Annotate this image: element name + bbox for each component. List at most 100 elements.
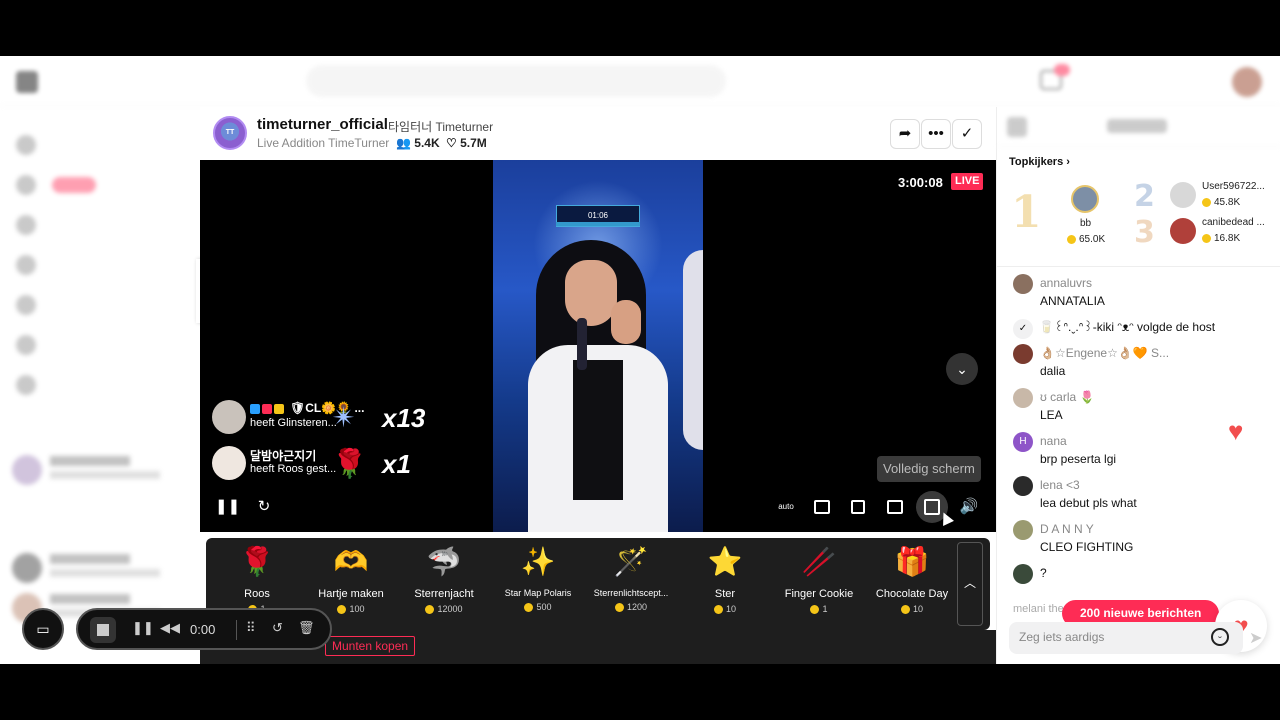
gift-price: 1: [772, 604, 866, 615]
search-input[interactable]: [306, 65, 726, 97]
host-name[interactable]: timeturner_official: [257, 116, 388, 133]
recorder-stop-button[interactable]: [90, 617, 116, 643]
recorder-restart-button[interactable]: ↺: [272, 620, 283, 636]
rose-gift-icon: 🌹: [332, 448, 367, 479]
top-viewers-heading[interactable]: Topkijkers ›: [1009, 156, 1070, 168]
sidebar-item-messages[interactable]: [16, 335, 186, 359]
chat-avatar[interactable]: H: [1013, 432, 1033, 452]
drag-grid-icon: ⠿: [246, 620, 256, 635]
rewind-icon: ◀◀: [160, 620, 180, 635]
chat-avatar[interactable]: [1013, 344, 1033, 364]
chat-avatar[interactable]: [1013, 520, 1033, 540]
sidebar-item-explore[interactable]: [16, 175, 186, 199]
gift-item[interactable]: 🪄 Sterrenlichtscept... 1200: [584, 544, 678, 624]
chat-text: LEA: [1040, 408, 1063, 422]
live-main: TT timeturner_official 타임터너 Timeturner L…: [200, 107, 996, 664]
recorder-pause-button[interactable]: ❚❚: [132, 620, 154, 636]
gift-tray-expand-button[interactable]: ︿: [957, 542, 983, 626]
chat-panel: Topkijkers › 1 bb 65.0K 2 User596722... …: [996, 107, 1280, 664]
sidebar-user[interactable]: [12, 453, 188, 487]
sparkle-gift-icon: ✴: [332, 402, 356, 433]
gift-item[interactable]: ✨ Star Map Polaris 500: [491, 544, 585, 624]
volume-button[interactable]: 🔊: [957, 495, 981, 519]
chat-avatar[interactable]: [1013, 388, 1033, 408]
toolbar-divider: [236, 620, 237, 640]
gift-icon: 🎁: [894, 546, 930, 577]
chat-username[interactable]: nana: [1040, 434, 1067, 448]
share-button[interactable]: ➦: [890, 119, 920, 149]
chat-text: ANNATALIA: [1040, 294, 1105, 308]
chat-username[interactable]: D A N N Y: [1040, 522, 1094, 536]
gift-item[interactable]: 🦈 Sterrenjacht 12000: [397, 544, 491, 624]
stream-video-frame: 01:06: [493, 160, 703, 532]
gifter-avatar[interactable]: [212, 400, 246, 434]
pause-button[interactable]: ❚❚: [215, 495, 240, 519]
chat-text: lea debut pls what: [1040, 496, 1137, 510]
gift-label: Sterrenlichtscept...: [593, 588, 669, 598]
recorder-delete-button[interactable]: 🗑: [298, 620, 315, 636]
trash-icon: 🗑: [298, 620, 315, 635]
emoji-icon[interactable]: ᵕ: [1211, 628, 1229, 646]
recorder-camera-button[interactable]: ▭: [22, 608, 64, 650]
live-title: Live Addition TimeTurner: [257, 136, 390, 150]
recorder-rewind-button[interactable]: ◀◀: [160, 620, 180, 636]
chat-text: brp peserta lgi: [1040, 452, 1117, 466]
chevron-right-icon: ›: [1066, 156, 1070, 168]
chat-avatar[interactable]: [1013, 564, 1033, 584]
live-badge: LIVE: [951, 173, 984, 190]
sidebar-item-profile[interactable]: [16, 375, 186, 399]
profile-avatar[interactable]: [1232, 67, 1262, 97]
top-viewer-2-avatar[interactable]: [1170, 182, 1196, 208]
buy-coins-button[interactable]: Munten kopen: [325, 636, 416, 656]
chat-username[interactable]: annaluvrs: [1040, 276, 1092, 290]
sidebar-item-friends[interactable]: [16, 255, 186, 279]
sidebar: [0, 107, 200, 664]
gift-item[interactable]: 🥢 Finger Cookie 1: [772, 544, 866, 624]
gift-icon: 🫶: [333, 546, 369, 577]
top-viewer-3-avatar[interactable]: [1170, 218, 1196, 244]
host-avatar[interactable]: TT: [213, 116, 247, 150]
rotate-screen-button[interactable]: [846, 495, 870, 519]
gifter-avatar[interactable]: [212, 446, 246, 480]
chat-avatar[interactable]: [1013, 274, 1033, 294]
follow-button[interactable]: ✓: [952, 119, 982, 149]
gift-notification: 달밤야근지기 heeft Roos gest... 🌹 x1: [212, 445, 452, 481]
more-button[interactable]: •••: [921, 119, 951, 149]
notification-badge: [1054, 64, 1070, 76]
gift-item[interactable]: 🎁 Chocolate Day 10: [865, 544, 959, 624]
pause-icon: ❚❚: [132, 620, 154, 635]
coin-icon: [713, 605, 723, 615]
rank-2-number: 2: [1134, 179, 1155, 214]
refresh-button[interactable]: ↻: [252, 495, 276, 519]
quality-auto-button[interactable]: auto: [774, 495, 798, 519]
video-player[interactable]: 01:06 3:00:08 LIVE ⌄ 🛡CL🌼🌻 ... heeft Gli…: [200, 160, 996, 532]
chat-username[interactable]: lena <3: [1040, 478, 1080, 492]
send-icon[interactable]: ➤: [1249, 628, 1262, 648]
chat-username[interactable]: ʊ carla 🌷: [1040, 390, 1094, 404]
gift-label: Sterrenjacht: [414, 588, 474, 600]
sidebar-item-following[interactable]: [16, 215, 186, 239]
recorder-grid-button[interactable]: ⠿: [246, 620, 256, 636]
gift-icon: 🥢: [801, 546, 837, 577]
tiktok-logo[interactable]: [16, 68, 44, 94]
person-check-icon: ✓: [960, 125, 974, 142]
sidebar-item-foryou[interactable]: [16, 135, 186, 159]
rotate-icon: [851, 500, 865, 515]
like-count-value: 5.7M: [460, 136, 487, 150]
gift-label: Chocolate Day: [875, 588, 949, 600]
chat-input[interactable]: Zeg iets aardigs: [1009, 622, 1243, 654]
gift-item[interactable]: ⭐ Ster 10: [678, 544, 772, 624]
chat-username[interactable]: 👌🏼☆Engene☆👌🏼🧡 S...: [1040, 346, 1169, 360]
hide-chat-button[interactable]: [883, 495, 907, 519]
top-viewer-1-avatar[interactable]: [1071, 185, 1099, 213]
chat-avatar[interactable]: [1013, 476, 1033, 496]
picture-button[interactable]: [810, 495, 834, 519]
refresh-icon: ↻: [257, 498, 271, 515]
recorder-time: 0:00: [190, 622, 216, 637]
follow-event-text: 🥛꒰ᐢ.ˬ.ᐢ꒱-kiki ᵔᴥᵔ volgde de host: [1039, 320, 1216, 334]
tiktok-live-page: ⟨ TT timeturner_official 타임터너 Timeturner…: [0, 56, 1280, 664]
next-stream-button[interactable]: ⌄: [946, 353, 978, 385]
sidebar-item-live[interactable]: [16, 295, 186, 319]
coin-icon: [810, 605, 820, 615]
sidebar-user[interactable]: [12, 551, 188, 585]
